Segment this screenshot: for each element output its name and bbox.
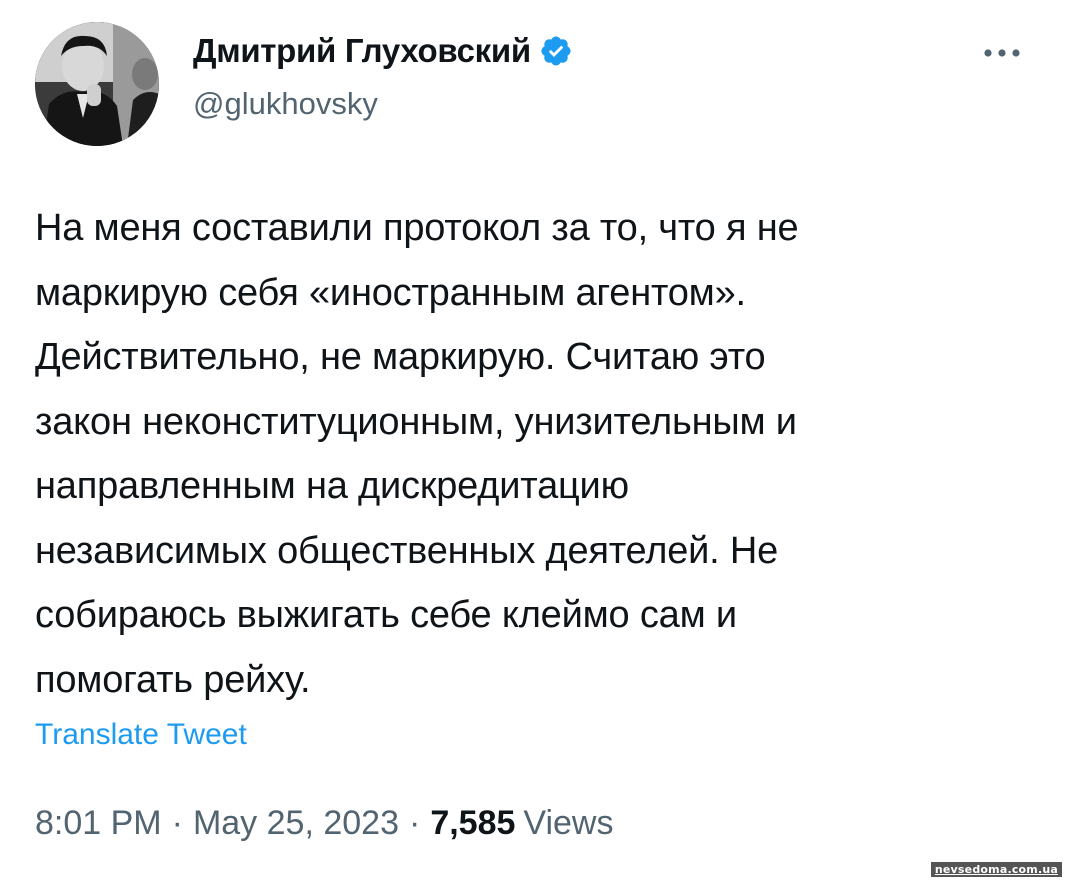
tweet-text-line: маркирую себя «иностранным агентом».	[35, 271, 746, 314]
views-label: Views	[523, 804, 614, 842]
tweet-text-line: На меня составили протокол за то, что я …	[35, 207, 799, 249]
tweet-meta: 8:01 PM · May 25, 2023 · 7,585 Views	[35, 804, 614, 843]
avatar[interactable]	[35, 22, 159, 146]
tweet-text-line: независимых общественных деятелей. Не	[35, 529, 779, 572]
author-handle[interactable]: @glukhovsky	[193, 86, 378, 122]
avatar-photo	[35, 22, 159, 146]
verified-badge-icon	[539, 34, 573, 68]
tweet-text-line: собираюсь выжигать себе клеймо сам и	[35, 594, 737, 636]
site-watermark: nevsedoma.com.ua	[930, 862, 1062, 877]
meta-separator: ·	[171, 804, 183, 842]
tweet-card: Дмитрий Глуховский @glukhovsky На меня с…	[0, 0, 1066, 883]
author-name-row: Дмитрий Глуховский	[193, 28, 573, 74]
more-options-icon	[984, 49, 1020, 57]
translate-tweet-link[interactable]: Translate Tweet	[35, 718, 247, 752]
tweet-text-line: направленным на дискредитацию	[35, 465, 629, 507]
tweet-time[interactable]: 8:01 PM	[35, 804, 162, 843]
views-count: 7,585	[430, 804, 516, 842]
tweet-text-line: помогать рейху.	[35, 658, 311, 701]
author-display-name[interactable]: Дмитрий Глуховский	[193, 32, 531, 70]
tweet-text-line: закон неконституционным, унизительным и	[35, 400, 797, 443]
tweet-text: На меня составили протокол за то, что я …	[35, 196, 1025, 712]
more-options-button[interactable]	[978, 38, 1026, 68]
tweet-text-line: Действительно, не маркирую. Считаю это	[35, 336, 766, 378]
meta-separator: ·	[408, 804, 421, 842]
tweet-date[interactable]: May 25, 2023	[193, 804, 399, 843]
